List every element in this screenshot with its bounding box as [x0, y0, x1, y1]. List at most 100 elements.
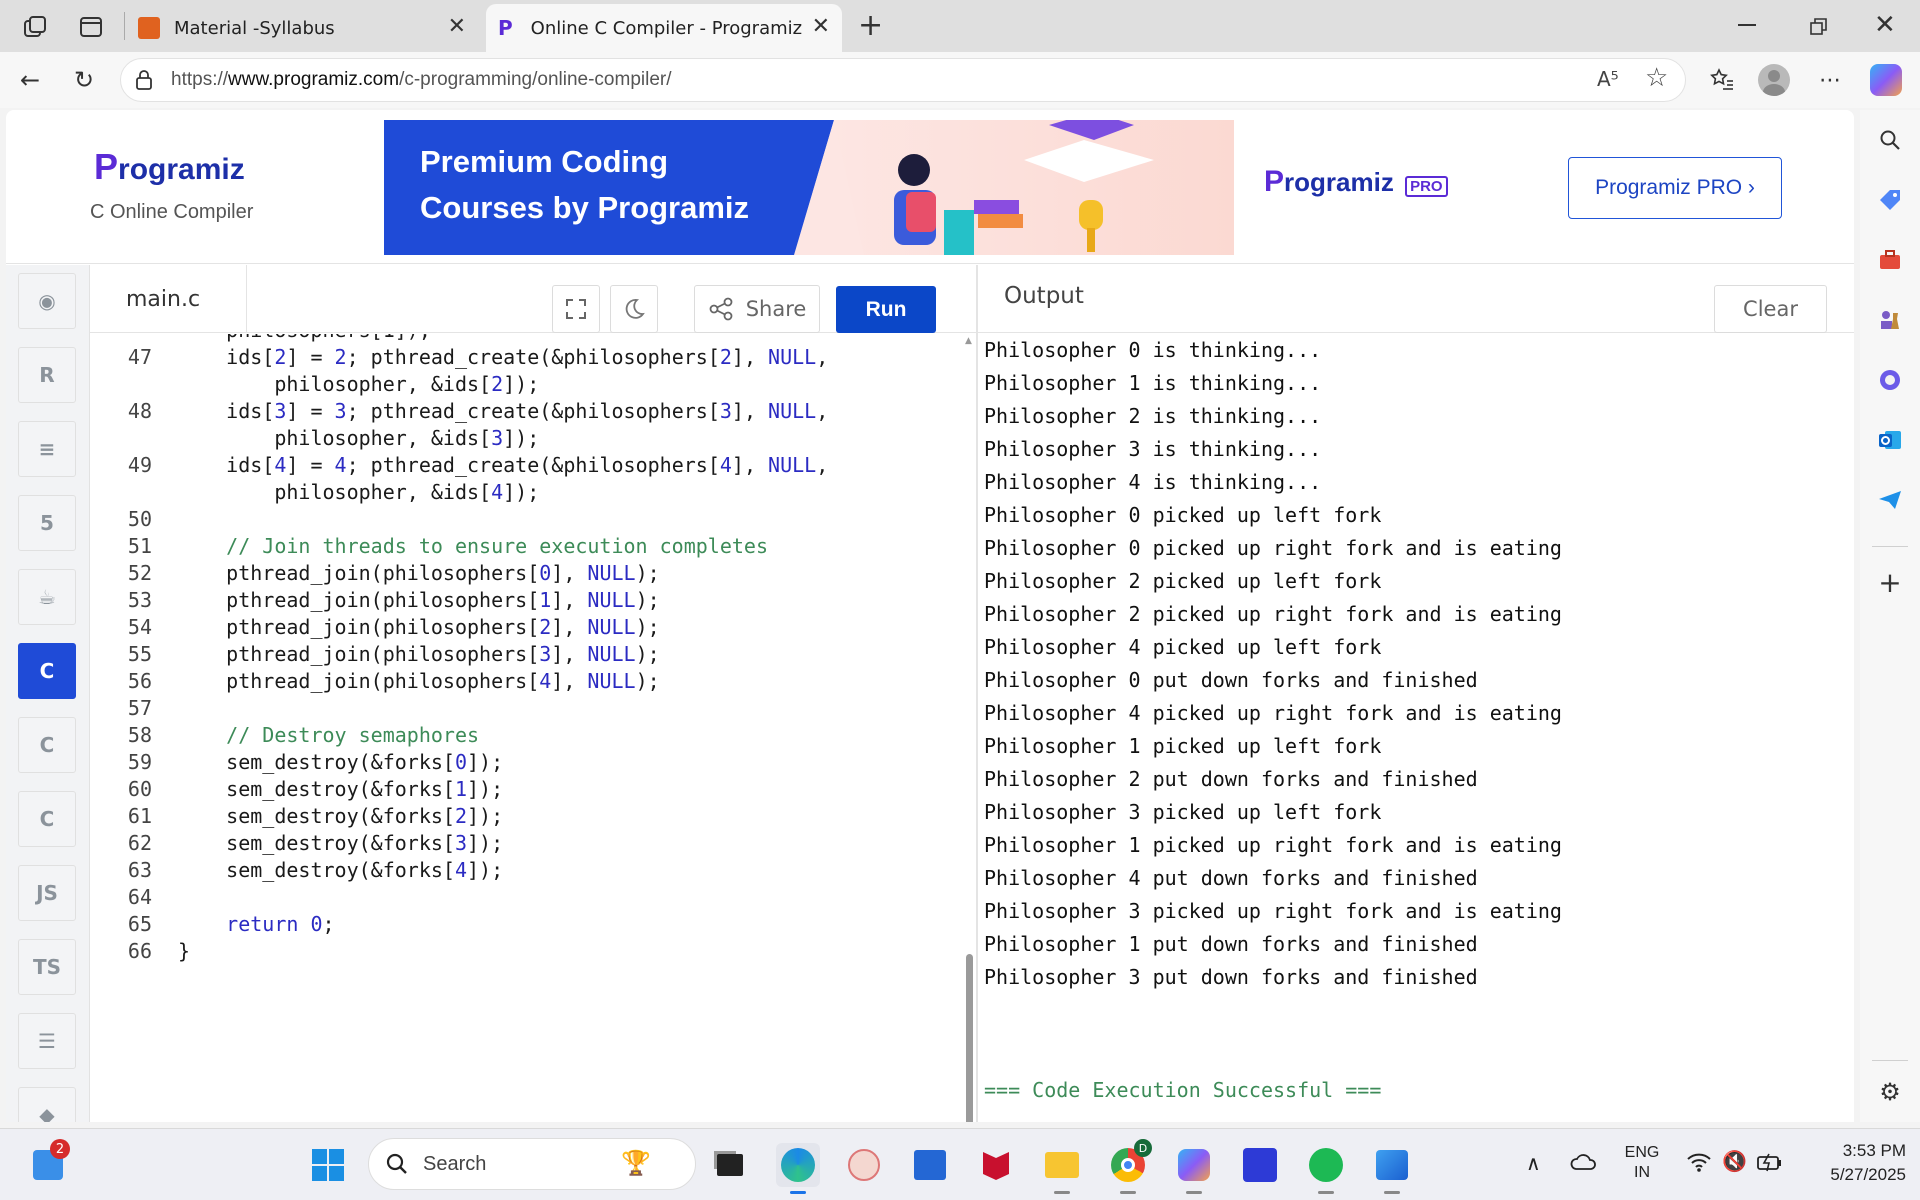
back-arrow-icon[interactable]: ← [14, 64, 46, 96]
sql-lang-button[interactable]: ≡ [18, 421, 76, 477]
more-lang-button[interactable]: ◆ [18, 1087, 76, 1122]
restore-icon[interactable] [1808, 16, 1830, 38]
shopping-tag-icon[interactable] [1874, 184, 1906, 216]
code-token: NULL [587, 588, 636, 612]
programiz-logo[interactable]: Programiz [94, 146, 245, 188]
code-token: ids[ [178, 345, 275, 369]
wifi-icon[interactable] [1686, 1151, 1712, 1178]
banner-logo-p: P [1264, 165, 1285, 198]
edge-browser-icon[interactable] [776, 1143, 820, 1194]
site-info-lock-icon[interactable] [133, 69, 155, 91]
code-token: ], [551, 615, 588, 639]
microsoft-store-icon[interactable] [908, 1143, 952, 1187]
js-lang-button[interactable]: JS [18, 865, 76, 921]
battery-charging-icon[interactable] [1756, 1151, 1784, 1178]
html-lang-button[interactable]: 5 [18, 495, 76, 551]
file-tab-main-c[interactable]: main.c [90, 265, 247, 333]
code-editor[interactable]: philosophers[1]);47 ids[2] = 2; pthread_… [90, 334, 960, 1122]
widgets-icon[interactable]: 2 [26, 1139, 70, 1187]
code-token: pthread_join(philosophers[ [178, 642, 540, 666]
workspaces-icon[interactable] [20, 12, 50, 42]
premium-courses-banner[interactable]: Premium Coding Courses by Programiz Prog… [384, 120, 1482, 255]
output-line: Philosopher 3 picked up right fork and i… [984, 899, 1562, 923]
spotify-icon[interactable] [1304, 1143, 1348, 1194]
language-indicator[interactable]: ENG IN [1622, 1143, 1662, 1183]
taskbar-search-box[interactable]: Search 🏆 [368, 1138, 696, 1190]
dark-mode-button[interactable] [610, 285, 658, 333]
go-lang-button[interactable]: ☰ [18, 1013, 76, 1069]
onedrive-cloud-icon[interactable] [1570, 1151, 1598, 1176]
output-header: Output Clear [978, 265, 1854, 333]
editor-scroll-thumb[interactable] [966, 954, 973, 1122]
output-line: Philosopher 4 put down forks and finishe… [984, 866, 1478, 890]
task-view-icon[interactable] [708, 1143, 752, 1187]
tab-actions-icon[interactable] [76, 12, 106, 42]
add-sidebar-app-icon[interactable]: + [1874, 566, 1906, 599]
windows-start-icon[interactable] [306, 1143, 350, 1187]
code-line[interactable]: 66} [90, 935, 960, 968]
code-token: // Destroy semaphores [178, 723, 480, 747]
line-number: 66 [127, 939, 152, 963]
copilot-app-icon[interactable] [1172, 1143, 1216, 1194]
r-lang-button[interactable]: R [18, 347, 76, 403]
share-button[interactable]: Share [694, 285, 820, 333]
photos-icon[interactable] [1370, 1143, 1414, 1194]
copilot-icon[interactable] [1870, 64, 1902, 96]
output-line: Philosopher 0 is thinking... [984, 338, 1322, 362]
output-title: Output [1004, 283, 1084, 309]
tab-divider [124, 12, 125, 40]
microsoft-365-icon[interactable] [1874, 364, 1906, 396]
favorites-icon[interactable] [1706, 64, 1738, 96]
new-tab-icon[interactable]: + [858, 8, 883, 43]
output-line: Philosopher 0 put down forks and finishe… [984, 668, 1478, 692]
python-lang-button[interactable]: ◉ [18, 273, 76, 329]
settings-gear-icon[interactable]: ⚙ [1874, 1076, 1906, 1108]
file-explorer-icon[interactable] [1040, 1143, 1084, 1194]
url-path: /c-programming/online-compiler/ [399, 69, 672, 90]
edge-sidebar: + ⚙ [1860, 110, 1920, 1122]
media-player-icon[interactable] [842, 1143, 886, 1187]
window-close-icon[interactable]: ✕ [1874, 10, 1896, 40]
visual-studio-icon[interactable] [1238, 1143, 1282, 1187]
programiz-pro-button[interactable]: Programiz PRO › [1568, 157, 1782, 219]
ts-lang-button[interactable]: TS [18, 939, 76, 995]
games-chess-icon[interactable] [1874, 304, 1906, 336]
execution-success-message: === Code Execution Successful === [984, 1078, 1382, 1102]
output-console[interactable]: Philosopher 0 is thinking... Philosopher … [984, 334, 1844, 1122]
favorite-star-icon[interactable]: ☆ [1645, 63, 1668, 93]
url-text[interactable]: https://www.programiz.com/c-programming/… [171, 69, 672, 91]
profile-avatar-icon[interactable] [1758, 64, 1790, 96]
csharp-lang-button[interactable]: C [18, 791, 76, 847]
close-tab-icon[interactable]: ✕ [448, 14, 466, 39]
chrome-icon[interactable]: D [1106, 1139, 1152, 1194]
show-hidden-icons-chevron-icon[interactable]: ∧ [1526, 1151, 1541, 1175]
address-bar[interactable]: https://www.programiz.com/c-programming/… [120, 58, 1686, 102]
send-telegram-icon[interactable] [1874, 484, 1906, 516]
tab-material-syllabus[interactable]: Material -Syllabus ✕ [128, 4, 478, 52]
minimize-icon[interactable] [1738, 24, 1756, 26]
close-tab-icon[interactable]: ✕ [812, 14, 830, 39]
refresh-icon[interactable]: ↻ [68, 64, 100, 96]
code-token: sem_destroy(&forks[ [178, 750, 455, 774]
java-lang-button[interactable]: ☕ [18, 569, 76, 625]
pane-divider[interactable] [976, 265, 978, 1122]
fullscreen-button[interactable] [552, 285, 600, 333]
read-aloud-icon[interactable]: A⁵ [1597, 67, 1619, 91]
editor-scrollbar[interactable]: ▲ ▼ [962, 334, 976, 1122]
clear-button[interactable]: Clear [1714, 285, 1827, 333]
cpp-lang-button[interactable]: C [18, 717, 76, 773]
volume-muted-icon[interactable]: 🔇 [1722, 1149, 1747, 1173]
c-lang-button[interactable]: C [18, 643, 76, 699]
clock[interactable]: 3:53 PM 5/27/2025 [1800, 1139, 1906, 1187]
code-token: 0 [454, 750, 467, 774]
code-token: 3 [334, 399, 347, 423]
logo-wordmark: rogramiz [118, 153, 245, 186]
run-button[interactable]: Run [836, 286, 936, 333]
outlook-icon[interactable] [1874, 424, 1906, 456]
tools-briefcase-icon[interactable] [1874, 244, 1906, 276]
mcafee-icon[interactable] [974, 1143, 1018, 1187]
more-menu-icon[interactable]: ⋯ [1814, 64, 1846, 96]
tab-online-c-compiler[interactable]: P Online C Compiler - Programiz ✕ [486, 4, 842, 52]
search-icon[interactable] [1874, 124, 1906, 156]
